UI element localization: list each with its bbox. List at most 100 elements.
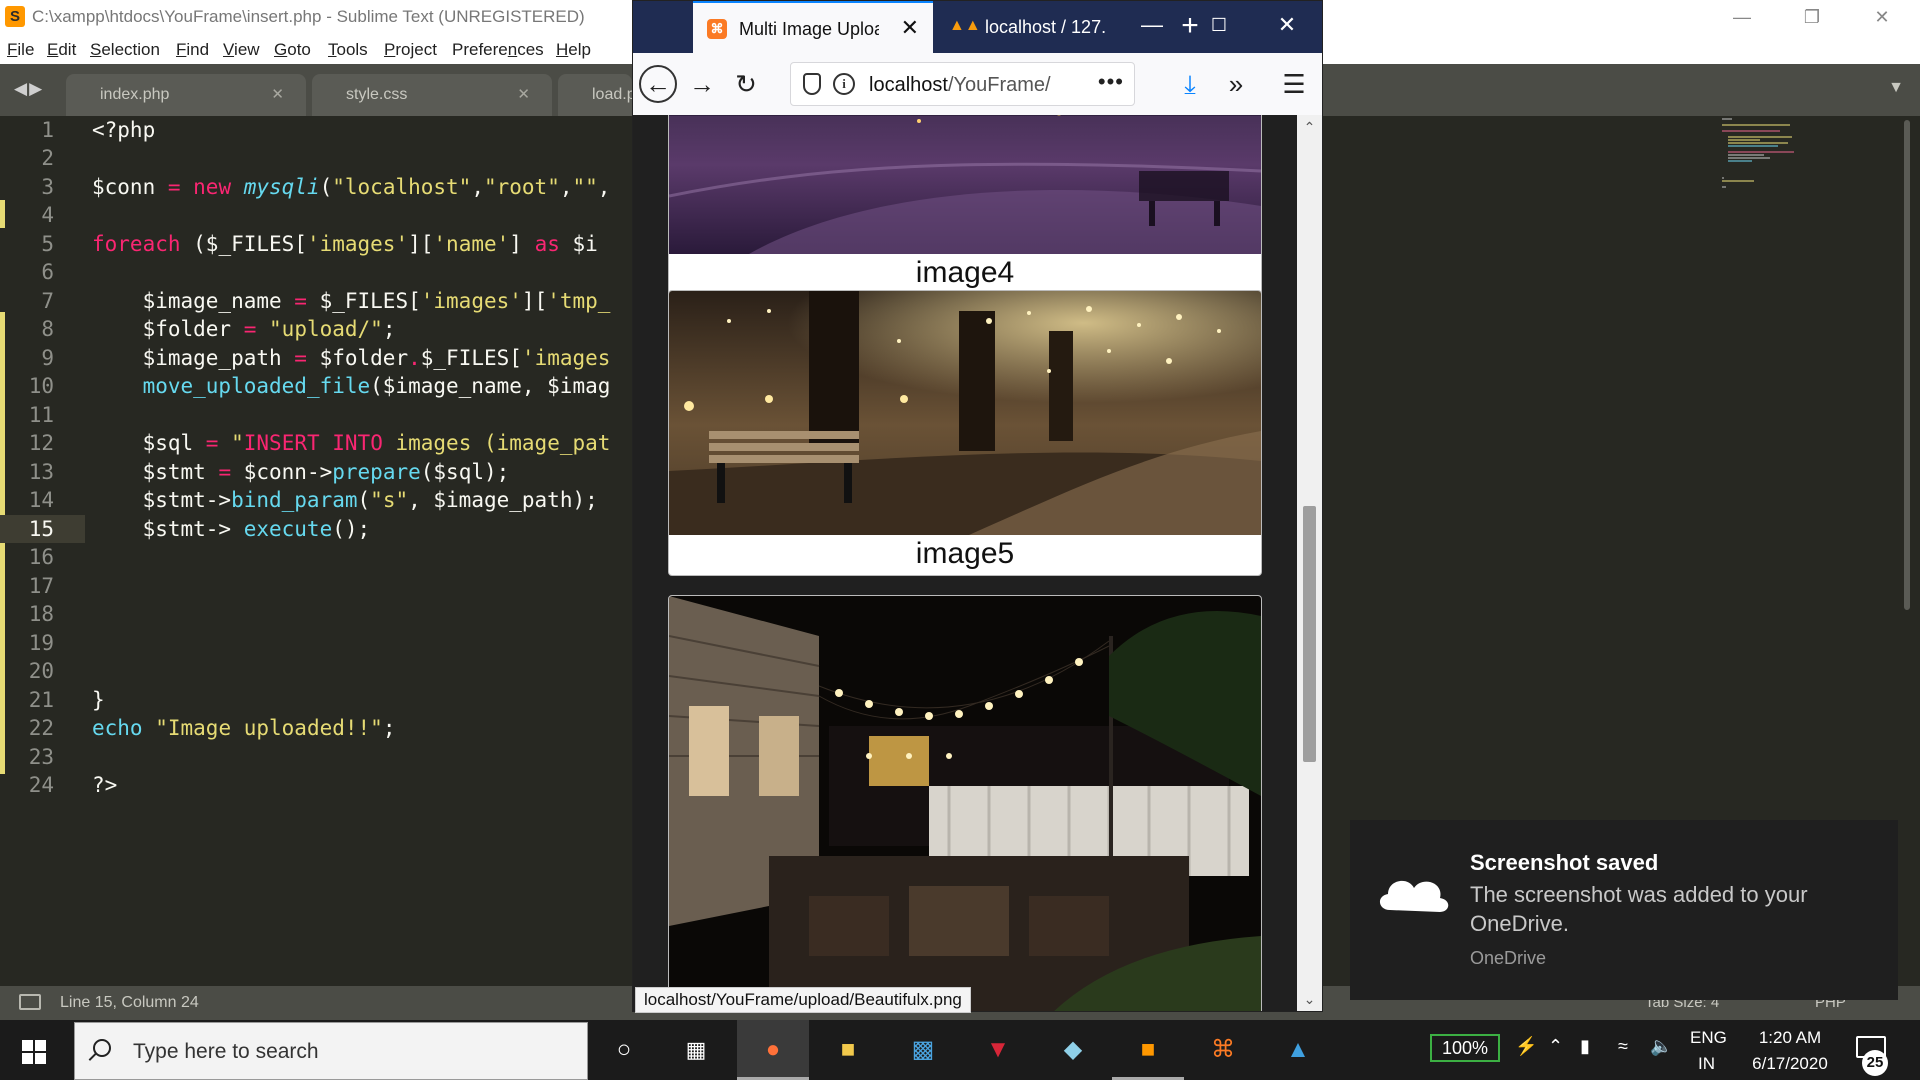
scrollbar-thumb[interactable] xyxy=(1303,506,1316,762)
tabs-dropdown-icon[interactable]: ▼ xyxy=(1888,79,1904,97)
phpmyadmin-icon: ▲▲ xyxy=(949,17,981,34)
task-view-icon[interactable]: ▦ xyxy=(676,1030,716,1070)
page-actions-icon[interactable]: ••• xyxy=(1098,69,1124,95)
wifi-icon[interactable]: ≈ xyxy=(1618,1036,1628,1057)
line-number: 12 xyxy=(28,431,54,455)
cortana-icon[interactable]: ○ xyxy=(604,1030,644,1070)
code-editor[interactable]: <?php $conn = new mysqli("localhost","ro… xyxy=(92,116,632,986)
line-number: 3 xyxy=(41,175,54,199)
file-explorer-icon[interactable]: ■ xyxy=(828,1030,868,1070)
code-token: $_FILES[ xyxy=(306,289,421,313)
tab-index-php[interactable]: index.php ✕ xyxy=(66,74,306,116)
firefox-close-icon[interactable]: ✕ xyxy=(1262,8,1312,42)
tab-phpmyadmin[interactable]: ▲▲ localhost / 127.0.0.1 xyxy=(935,1,1135,53)
card-image[interactable] xyxy=(669,115,1261,254)
restore-icon[interactable]: ❐ xyxy=(1792,2,1832,32)
card-image[interactable] xyxy=(669,596,1261,1011)
sublime-minimap[interactable] xyxy=(1720,116,1800,196)
toast-app-name: OneDrive xyxy=(1470,948,1547,968)
card-image[interactable] xyxy=(669,291,1261,535)
language-indicator[interactable]: ENG xyxy=(1690,1028,1727,1048)
power-plug-icon[interactable]: ⚡ xyxy=(1515,1036,1537,1057)
tracking-protection-icon[interactable] xyxy=(803,73,821,95)
code-token: foreach xyxy=(92,232,181,256)
url-bar[interactable]: i localhost/YouFrame/ ••• xyxy=(790,62,1135,106)
code-token: = xyxy=(294,289,307,313)
toast-body: The screenshot was added to your OneDriv… xyxy=(1470,882,1808,936)
image-card[interactable]: image5 xyxy=(668,290,1262,576)
windows-start-icon[interactable] xyxy=(22,1040,46,1064)
code-token: execute xyxy=(243,517,333,541)
page-scrollbar[interactable]: ⌃ ⌄ xyxy=(1297,115,1322,1011)
tab-close-icon[interactable]: ✕ xyxy=(901,15,919,41)
menu-project[interactable]: Project xyxy=(384,40,437,60)
reload-icon[interactable]: ↻ xyxy=(727,65,765,103)
site-info-icon[interactable]: i xyxy=(833,73,855,95)
line-number: 1 xyxy=(41,118,54,142)
onedrive-toast[interactable]: Screenshot saved The screenshot was adde… xyxy=(1350,820,1898,1000)
code-token: $stmt xyxy=(92,460,219,484)
clock-time[interactable]: 1:20 AM xyxy=(1740,1028,1840,1048)
volume-icon[interactable]: 🔈 xyxy=(1650,1036,1672,1057)
code-line: $conn = new mysqli("localhost","root",""… xyxy=(92,175,610,199)
taskbar-search-box[interactable]: Type here to search xyxy=(74,1022,588,1080)
tab-multi-image-upload[interactable]: ⌘ Multi Image Upload ✕ xyxy=(693,1,933,53)
hamburger-menu-icon[interactable]: ☰ xyxy=(1275,65,1313,103)
xampp-taskbar-icon[interactable]: ⌘ xyxy=(1203,1030,1243,1070)
console-toggle-icon[interactable] xyxy=(19,994,41,1010)
forward-icon[interactable]: → xyxy=(683,65,721,103)
menu-edit-label: E xyxy=(47,40,59,59)
clock-date[interactable]: 6/17/2020 xyxy=(1740,1054,1840,1074)
menu-file-label: F xyxy=(7,40,18,59)
menu-view[interactable]: View xyxy=(223,40,260,60)
overflow-chevron-icon[interactable]: » xyxy=(1217,65,1255,103)
menu-help[interactable]: Help xyxy=(556,40,591,60)
tray-chevron-up-icon[interactable]: ⌃ xyxy=(1548,1036,1563,1057)
menu-tools[interactable]: Tools xyxy=(328,40,368,60)
microsoft-store-icon[interactable]: ▩ xyxy=(903,1030,943,1070)
menu-selection[interactable]: Selection xyxy=(90,40,160,60)
firefox-maximize-icon[interactable]: ☐ xyxy=(1194,8,1244,42)
photos-taskbar-icon[interactable]: ▲ xyxy=(1278,1030,1318,1070)
sublime-scrollbar[interactable] xyxy=(1904,120,1910,610)
scroll-up-icon[interactable]: ⌃ xyxy=(1297,115,1322,139)
menu-file[interactable]: File xyxy=(7,40,34,60)
windows-taskbar: Type here to search ○ ▦ ● ■ ▩ ▼ ◆ ■ ⌘ ▲ … xyxy=(0,1020,1920,1080)
tab-style-css[interactable]: style.css ✕ xyxy=(312,74,552,116)
code-token: "Image uploaded!!" xyxy=(155,716,383,740)
start-logo-pane xyxy=(22,1040,33,1051)
code-token: , xyxy=(559,175,573,199)
menu-goto[interactable]: Goto xyxy=(274,40,311,60)
code-token: $stmt-> xyxy=(92,488,232,512)
code-line-current: $stmt-> execute(); xyxy=(92,517,371,541)
scroll-down-icon[interactable]: ⌄ xyxy=(1297,987,1322,1011)
tab-close-icon[interactable]: ✕ xyxy=(517,85,530,103)
tab-load-php[interactable]: load.php xyxy=(558,74,632,116)
tab-label: localhost / 127.0.0.1 xyxy=(985,17,1105,37)
menu-find[interactable]: Find xyxy=(176,40,209,60)
menu-edit[interactable]: Edit xyxy=(47,40,76,60)
toast-title: Screenshot saved xyxy=(1470,850,1659,875)
battery-indicator[interactable]: 100% xyxy=(1430,1034,1500,1062)
sublime-taskbar-icon[interactable]: ■ xyxy=(1128,1030,1168,1070)
firefox-taskbar-icon[interactable]: ● xyxy=(753,1030,793,1070)
code-token: . xyxy=(408,346,421,370)
menu-selection-label: S xyxy=(90,40,102,59)
mcafee-icon[interactable]: ▼ xyxy=(978,1030,1018,1070)
image-card[interactable]: image4 xyxy=(668,115,1262,299)
tab-navigation-arrows-icon[interactable]: ◀▶ xyxy=(14,79,44,99)
downloads-icon[interactable]: ⤓ xyxy=(1171,65,1209,103)
back-icon[interactable]: ← xyxy=(639,65,677,103)
close-icon[interactable]: ✕ xyxy=(1862,2,1902,32)
minimize-icon[interactable]: — xyxy=(1722,2,1762,32)
firefox-minimize-icon[interactable]: — xyxy=(1127,8,1177,42)
image-card[interactable] xyxy=(668,595,1262,1011)
line-number: 24 xyxy=(28,773,54,797)
battery-icon[interactable]: ▮ xyxy=(1580,1036,1590,1057)
menu-preferences[interactable]: Preferences xyxy=(452,40,544,60)
region-indicator[interactable]: IN xyxy=(1698,1054,1715,1074)
virtualbox-icon[interactable]: ◆ xyxy=(1053,1030,1093,1070)
menu-find-label: F xyxy=(176,40,187,59)
tab-close-icon[interactable]: ✕ xyxy=(271,85,284,103)
